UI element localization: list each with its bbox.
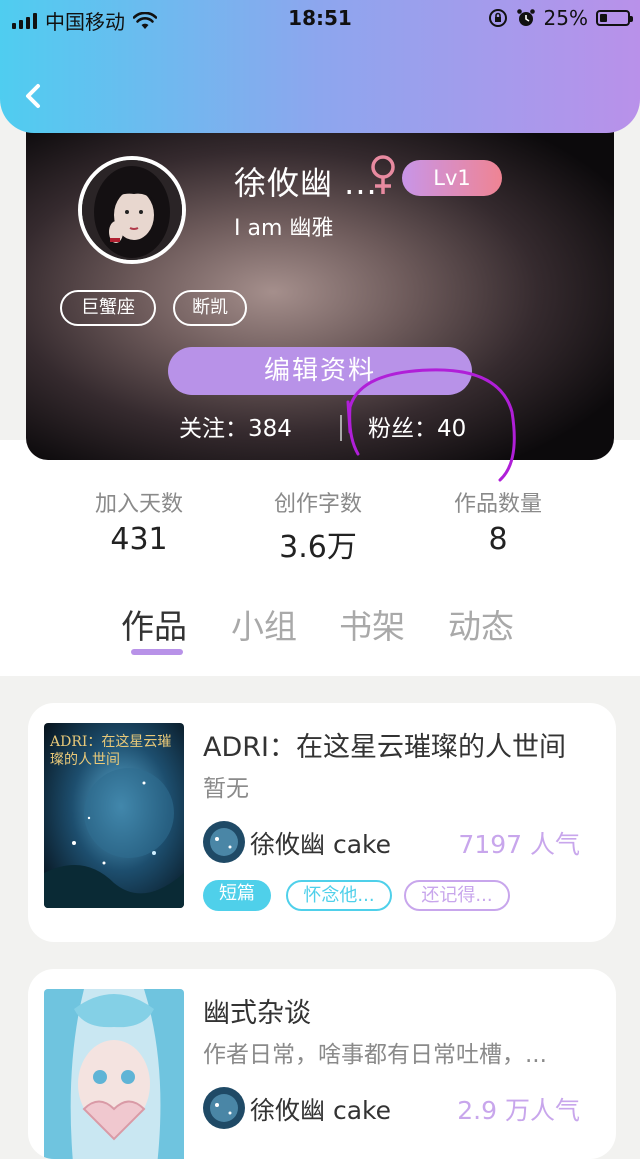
rotation-lock-icon bbox=[488, 9, 507, 27]
status-right: 25% bbox=[488, 6, 633, 30]
work-cover[interactable]: ADRI：在这星云璀璨的人世间 bbox=[44, 723, 184, 908]
work-cover[interactable] bbox=[44, 989, 184, 1159]
author-avatar bbox=[203, 1087, 245, 1129]
popularity-count: 7197 人气 bbox=[458, 830, 580, 859]
profile-tag[interactable]: 断凯 bbox=[173, 290, 247, 326]
cover-title: ADRI：在这星云璀璨的人世间 bbox=[50, 734, 172, 768]
work-tag-chip[interactable]: 怀念他... bbox=[286, 880, 392, 911]
header-bar: 中国移动 18:51 25% bbox=[0, 0, 640, 133]
avatar[interactable] bbox=[78, 156, 186, 264]
work-title[interactable]: ADRI：在这星云璀璨的人世间 bbox=[203, 725, 566, 764]
female-symbol-icon bbox=[371, 155, 395, 194]
tab-activity[interactable]: 动态 bbox=[448, 600, 514, 648]
following-count[interactable]: 关注：384 bbox=[179, 409, 292, 443]
author-name[interactable]: 徐攸幽 cake bbox=[250, 825, 391, 861]
battery-icon bbox=[596, 10, 633, 26]
work-description: 作者日常，啥事都有日常吐槽，... bbox=[203, 1042, 547, 1068]
stat-word-count: 创作字数 3.6万 bbox=[243, 486, 393, 566]
author-name[interactable]: 徐攸幽 cake bbox=[250, 1091, 391, 1127]
following-label: 关注： bbox=[179, 416, 248, 442]
alarm-icon bbox=[516, 9, 535, 26]
tab-groups[interactable]: 小组 bbox=[231, 600, 297, 648]
work-description: 暂无 bbox=[203, 776, 249, 802]
following-value: 384 bbox=[248, 416, 292, 442]
work-card[interactable]: 幽式杂谈 作者日常，啥事都有日常吐槽，... 徐攸幽 cake 2.9 万人气 bbox=[28, 969, 616, 1159]
popularity-count: 2.9 万人气 bbox=[457, 1096, 580, 1125]
author-avatar bbox=[203, 821, 245, 863]
status-bar: 中国移动 18:51 25% bbox=[0, 0, 640, 36]
battery-percent: 25% bbox=[543, 6, 588, 30]
work-tag-chip[interactable]: 还记得... bbox=[404, 880, 510, 911]
work-title[interactable]: 幽式杂谈 bbox=[203, 991, 311, 1030]
stat-works-count: 作品数量 8 bbox=[423, 486, 573, 557]
chevron-left-icon bbox=[26, 84, 40, 108]
hand-drawn-circle-annotation bbox=[346, 368, 516, 482]
stat-value: 431 bbox=[110, 522, 168, 557]
tab-indicator bbox=[131, 649, 183, 655]
user-bio: I am 幽雅 bbox=[234, 216, 334, 241]
profile-tag[interactable]: 巨蟹座 bbox=[60, 290, 156, 326]
back-button[interactable] bbox=[20, 76, 48, 116]
work-card[interactable]: ADRI：在这星云璀璨的人世间 ADRI：在这星云璀璨的人世间 暂无 徐攸幽 c… bbox=[28, 703, 616, 942]
level-badge: Lv1 bbox=[402, 160, 502, 196]
tab-bookshelf[interactable]: 书架 bbox=[339, 600, 405, 648]
stat-value: 8 bbox=[488, 522, 508, 557]
user-name: 徐攸幽 ... bbox=[234, 164, 378, 202]
stat-label: 加入天数 bbox=[94, 492, 183, 517]
stat-value: 3.6万 bbox=[279, 530, 357, 565]
work-tag-chip[interactable]: 短篇 bbox=[203, 880, 271, 911]
stat-join-days: 加入天数 431 bbox=[64, 486, 214, 557]
tab-works[interactable]: 作品 bbox=[121, 600, 187, 648]
